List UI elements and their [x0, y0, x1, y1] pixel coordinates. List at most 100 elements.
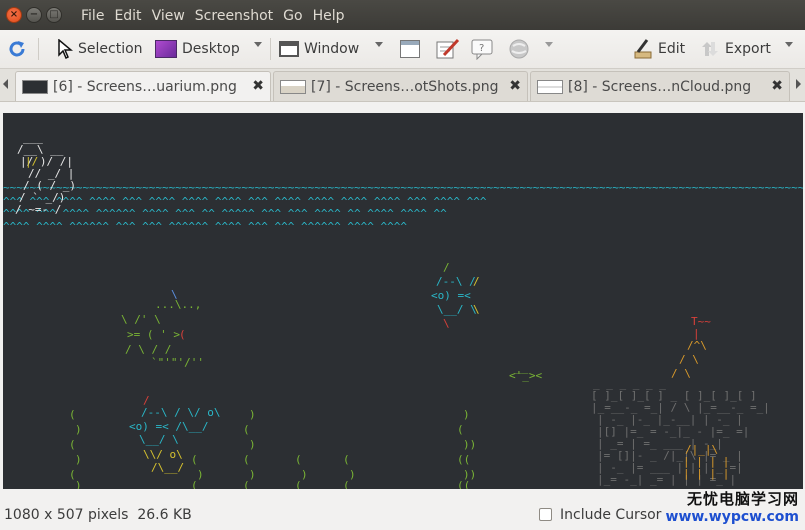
toolbar: Selection Desktop Window ? Edit Export [0, 30, 805, 69]
desktop-icon [155, 40, 177, 58]
include-cursor-label[interactable]: Include Cursor [560, 507, 661, 523]
tab-screenshot-6[interactable]: [6] - Screens…uarium.png ✖ [15, 71, 271, 101]
menu-go[interactable]: Go [278, 7, 307, 25]
tab-screenshot-8[interactable]: [8] - Screens…nCloud.png ✖ [530, 71, 790, 101]
tab-screenshot-7[interactable]: [7] - Screens…otShots.png ✖ [273, 71, 528, 101]
svg-text:/--\ /: /--\ / [436, 275, 476, 288]
close-window-button[interactable]: × [6, 7, 22, 23]
tab-label: [7] - Screens…otShots.png [311, 78, 499, 95]
svg-text:\\/ o\: \\/ o\ [143, 448, 183, 461]
menu-edit[interactable]: Edit [109, 7, 146, 25]
svg-text:(: ( [179, 328, 186, 341]
toolbar-separator [38, 38, 39, 60]
image-dimensions: 1080 x 507 pixels [4, 507, 129, 523]
svg-text:(: ( [295, 453, 302, 466]
svg-text:): ) [75, 479, 82, 489]
svg-text:\__/ \: \__/ \ [139, 433, 179, 446]
svg-text:|: | [693, 327, 700, 340]
svg-text:/: / [143, 394, 150, 407]
cursor-icon [58, 39, 73, 59]
svg-text:(: ( [69, 408, 76, 421]
tab-close-icon[interactable]: ✖ [771, 78, 783, 94]
tab-label: [8] - Screens…nCloud.png [568, 78, 752, 95]
svg-text:^^^^ ^^^^ ^^^^^^ ^^^: ^^^^ ^^^^ ^^^^^^ ^^^ ^^^ ^^^^^^ ^^^^ ^^^… [3, 220, 407, 233]
aquarium-image: ~~~~~~~~~~~~~~~~~~~~~~~~~~~~~~~~~~~~~~~~… [3, 131, 803, 489]
svg-text:(: ( [243, 423, 250, 436]
selection-label: Selection [78, 41, 143, 57]
svg-text:/ \: / \ [679, 353, 699, 366]
refresh-icon [9, 41, 25, 57]
svg-text:^^^^ ^^^ ^^^^ ^^^^^^: ^^^^ ^^^ ^^^^ ^^^^^^ ^^^^ ^^^ ^^ ^^^^^ ^… [3, 207, 447, 220]
properties-icon [400, 40, 420, 58]
svg-text:): ) [249, 408, 256, 421]
annotate-button[interactable] [436, 36, 460, 62]
scroll-tabs-left-icon[interactable] [3, 79, 8, 89]
desktop-dropdown-icon[interactable] [254, 42, 262, 47]
minimize-window-button[interactable]: − [26, 7, 42, 23]
svg-text:/: / [443, 261, 450, 274]
svg-text:\__/ \: \__/ \ [437, 303, 477, 316]
desktop-button[interactable]: Desktop [155, 36, 240, 62]
svg-text:(: ( [457, 423, 464, 436]
svg-text:/ ~=- /: / ~=- / [15, 203, 61, 216]
tab-close-icon[interactable]: ✖ [252, 78, 264, 94]
upload-dropdown-icon[interactable] [545, 42, 553, 47]
title-bar: × − □ File Edit View Screenshot Go Help [0, 0, 805, 30]
svg-text:~~~~~~~~~~~~~~~~~~~~~~~~~~~~~~: ~~~~~~~~~~~~~~~~~~~~~~~~~~~~~~~~~~~~~~~~… [3, 181, 803, 194]
refresh-button[interactable] [6, 36, 28, 62]
svg-text:): ) [249, 438, 256, 451]
maximize-window-button[interactable]: □ [46, 7, 62, 23]
menu-help[interactable]: Help [308, 7, 350, 25]
menu-file[interactable]: File [76, 7, 109, 25]
help-icon: ? [471, 39, 493, 60]
window-dropdown-icon[interactable] [375, 42, 383, 47]
svg-text:(: ( [243, 479, 250, 489]
svg-text:<o) =<: <o) =< [431, 289, 471, 302]
svg-text:\: \ [443, 317, 450, 330]
svg-text:(: ( [343, 453, 350, 466]
svg-text:\ /' \: \ /' \ [121, 313, 161, 326]
tab-bar: [6] - Screens…uarium.png ✖ [7] - Screens… [0, 69, 805, 102]
tab-thumbnail [280, 79, 306, 94]
help-button[interactable]: ? [471, 36, 495, 62]
scroll-tabs-right-icon[interactable] [796, 79, 801, 89]
minimize-icon: − [29, 9, 39, 20]
properties-button[interactable] [400, 36, 420, 62]
include-cursor-checkbox[interactable] [539, 508, 552, 521]
file-size: 26.6 KB [137, 507, 192, 523]
export-dropdown-icon[interactable] [785, 42, 793, 47]
watermark-cn: 无忧电脑学习网 [686, 490, 799, 508]
svg-text:/: / [473, 275, 480, 288]
tab-close-icon[interactable]: ✖ [509, 78, 521, 94]
svg-text:(: ( [243, 453, 250, 466]
menu-view[interactable]: View [147, 7, 190, 25]
edit-button[interactable]: Edit [633, 36, 685, 62]
svg-text:(: ( [295, 479, 302, 489]
svg-text:?: ? [479, 43, 484, 54]
svg-text:(: ( [343, 479, 350, 489]
svg-text:/ \: / \ [671, 367, 691, 380]
export-icon [702, 42, 718, 56]
export-button[interactable]: Export [700, 36, 771, 62]
svg-text:<'_><: <'_>< [509, 369, 542, 382]
window-button[interactable]: Window [279, 36, 359, 62]
window-label: Window [304, 41, 360, 57]
svg-text:(: ( [191, 479, 198, 489]
svg-text:/--\ / \/ o\: /--\ / \/ o\ [141, 406, 220, 419]
annotate-icon [436, 38, 460, 59]
svg-text:): ) [197, 468, 204, 481]
svg-text:/ \ / /: / \ / / [125, 343, 171, 356]
window-icon [279, 41, 299, 57]
menu-screenshot[interactable]: Screenshot [190, 7, 278, 25]
selection-button[interactable]: Selection [57, 36, 143, 62]
tab-label: [6] - Screens…uarium.png [53, 78, 237, 95]
upload-button[interactable] [508, 36, 530, 62]
watermark-en: www.wypcw.com [665, 509, 799, 525]
svg-text:<o) =< /\__/: <o) =< /\__/ [129, 420, 208, 433]
svg-text:): ) [301, 468, 308, 481]
svg-text:|/: |/ [25, 155, 38, 168]
svg-text:): ) [349, 468, 356, 481]
toolbar-separator [270, 38, 271, 60]
svg-text:| | | |: | | | | [683, 467, 729, 480]
edit-label: Edit [658, 41, 686, 57]
